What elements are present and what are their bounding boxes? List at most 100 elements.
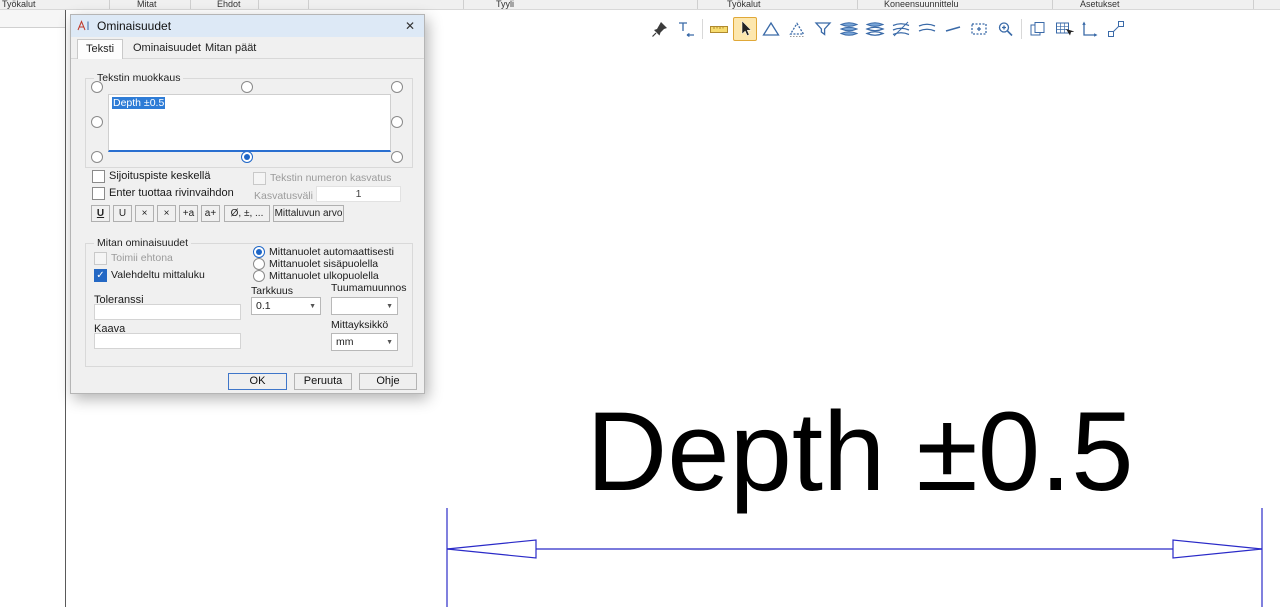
menubar: Työkalut Mitat Ehdot Tyyli Työkalut Kone… — [0, 0, 1280, 10]
zoom-window-icon[interactable] — [967, 17, 991, 41]
menu-separator — [109, 0, 110, 10]
center-placement-checkbox[interactable] — [92, 170, 105, 183]
table-cursor-icon[interactable] — [1052, 17, 1076, 41]
tab-underline — [71, 58, 424, 59]
text-edit-group-label: Tekstin muokkaus — [94, 72, 183, 84]
close-icon[interactable]: ✕ — [400, 17, 420, 35]
menu-separator — [258, 0, 259, 10]
chevron-down-icon: ▼ — [386, 303, 393, 310]
move-axis-icon[interactable] — [1078, 17, 1102, 41]
cad-application: { "colors": { "accent": "#1e66c7", "sele… — [0, 0, 1280, 607]
number-increment-checkbox[interactable] — [253, 172, 266, 185]
help-button[interactable]: Ohje — [359, 373, 417, 390]
menu-separator — [1253, 0, 1254, 10]
special-symbols-button[interactable]: Ø, ±, ... — [224, 205, 270, 222]
menu-ehdot[interactable]: Ehdot — [217, 0, 241, 9]
menu-tyyli[interactable]: Tyyli — [496, 0, 514, 9]
selected-text[interactable]: Depth ±0.5 — [112, 97, 165, 109]
formula-input[interactable] — [94, 333, 241, 349]
enter-newline-checkbox[interactable] — [92, 187, 105, 200]
dimension-text[interactable]: Depth ±0.5 — [460, 396, 1260, 508]
left-arrowhead — [447, 540, 536, 558]
arrows-inside-label: Mittanuolet sisäpuolella — [269, 258, 378, 270]
underline-button[interactable]: U — [91, 205, 110, 222]
text-below-line-button[interactable]: a+ — [201, 205, 220, 222]
increment-interval-input[interactable]: 1 — [316, 186, 401, 202]
left-panel-header — [0, 10, 66, 28]
clear-format-button[interactable]: × — [135, 205, 154, 222]
ok-button[interactable]: OK — [228, 373, 287, 390]
acts-as-condition-label: Toimii ehtona — [111, 252, 173, 264]
menu-separator — [463, 0, 464, 10]
dialog-title: Ominaisuudet — [97, 19, 171, 33]
menu-separator — [1052, 0, 1053, 10]
tab-mitan-paat[interactable]: Mitan päät — [197, 39, 264, 59]
duplicate-pages-icon[interactable] — [1026, 17, 1050, 41]
arrows-outside-radio[interactable] — [253, 270, 265, 282]
chevron-down-icon: ▼ — [386, 339, 393, 346]
dimension-text-tool-icon[interactable] — [674, 17, 698, 41]
pin-icon[interactable] — [648, 17, 672, 41]
layers-half-icon[interactable] — [863, 17, 887, 41]
precision-value: 0.1 — [256, 300, 271, 312]
anchor-top-right-radio[interactable] — [391, 81, 403, 93]
menu-separator — [697, 0, 698, 10]
layers-filled-icon[interactable] — [837, 17, 861, 41]
triangle-icon[interactable] — [759, 17, 783, 41]
unit-select[interactable]: mm ▼ — [331, 333, 398, 351]
menu-koneensuunnittelu[interactable]: Koneensuunnittelu — [884, 0, 959, 9]
fake-dimension-label: Valehdeltu mittaluku — [111, 269, 205, 281]
inch-conversion-select[interactable]: ▼ — [331, 297, 398, 315]
ruler-icon[interactable] — [707, 17, 731, 41]
properties-dialog: Ominaisuudet ✕ Teksti Ominaisuudet Mitan… — [70, 14, 425, 394]
anchor-top-left-radio[interactable] — [91, 81, 103, 93]
right-arrowhead — [1173, 540, 1262, 558]
underline-alt-button[interactable]: U — [113, 205, 132, 222]
tab-teksti[interactable]: Teksti — [77, 39, 123, 59]
anchor-middle-left-radio[interactable] — [91, 116, 103, 128]
arrows-auto-radio[interactable] — [253, 246, 265, 258]
zoom-in-icon[interactable] — [993, 17, 1017, 41]
dimension-value-button[interactable]: Mittaluvun arvo — [273, 205, 344, 222]
anchor-bottom-right-radio[interactable] — [391, 151, 403, 163]
main-toolbar — [648, 16, 1128, 42]
anchor-top-center-radio[interactable] — [241, 81, 253, 93]
layers-lines-icon[interactable] — [915, 17, 939, 41]
dimension-line-graphic[interactable] — [440, 506, 1270, 607]
cancel-button[interactable]: Peruuta — [294, 373, 352, 390]
arrows-inside-radio[interactable] — [253, 258, 265, 270]
dimension-props-group-label: Mitan ominaisuudet — [94, 237, 191, 249]
menu-asetukset[interactable]: Asetukset — [1080, 0, 1120, 9]
layers-slash-icon[interactable] — [889, 17, 913, 41]
tolerance-input[interactable] — [94, 304, 241, 320]
unit-label: Mittayksikkö — [331, 319, 388, 331]
anchor-bottom-center-radio[interactable] — [241, 151, 253, 163]
menu-separator — [857, 0, 858, 10]
precision-select[interactable]: 0.1 ▼ — [251, 297, 321, 315]
arrows-outside-label: Mittanuolet ulkopuolella — [269, 270, 379, 282]
triangle-hatch-icon[interactable] — [785, 17, 809, 41]
link-nodes-icon[interactable] — [1104, 17, 1128, 41]
chevron-down-icon: ▼ — [309, 303, 316, 310]
inch-conversion-label: Tuumamuunnos — [331, 282, 406, 294]
select-cursor-icon[interactable] — [733, 17, 757, 41]
toolbar-separator — [1021, 19, 1022, 39]
number-increment-label: Tekstin numeron kasvatus — [270, 172, 391, 184]
arrows-auto-label: Mittanuolet automaattisesti — [269, 246, 394, 258]
dialog-titlebar[interactable]: Ominaisuudet — [71, 15, 424, 37]
increment-interval-label: Kasvatusväli — [254, 190, 313, 202]
clear-text-button[interactable]: × — [157, 205, 176, 222]
menu-tyokalut-2[interactable]: Työkalut — [727, 0, 761, 9]
menu-separator — [308, 0, 309, 10]
menu-mitat[interactable]: Mitat — [137, 0, 157, 9]
line-icon[interactable] — [941, 17, 965, 41]
menu-tyokalut-1[interactable]: Työkalut — [2, 0, 36, 9]
fake-dimension-checkbox[interactable] — [94, 269, 107, 282]
acts-as-condition-checkbox[interactable] — [94, 252, 107, 265]
anchor-middle-right-radio[interactable] — [391, 116, 403, 128]
menu-separator — [190, 0, 191, 10]
text-above-line-button[interactable]: +a — [179, 205, 198, 222]
dimension-text-editor[interactable]: Depth ±0.5 — [108, 94, 391, 152]
filter-icon[interactable] — [811, 17, 835, 41]
anchor-bottom-left-radio[interactable] — [91, 151, 103, 163]
